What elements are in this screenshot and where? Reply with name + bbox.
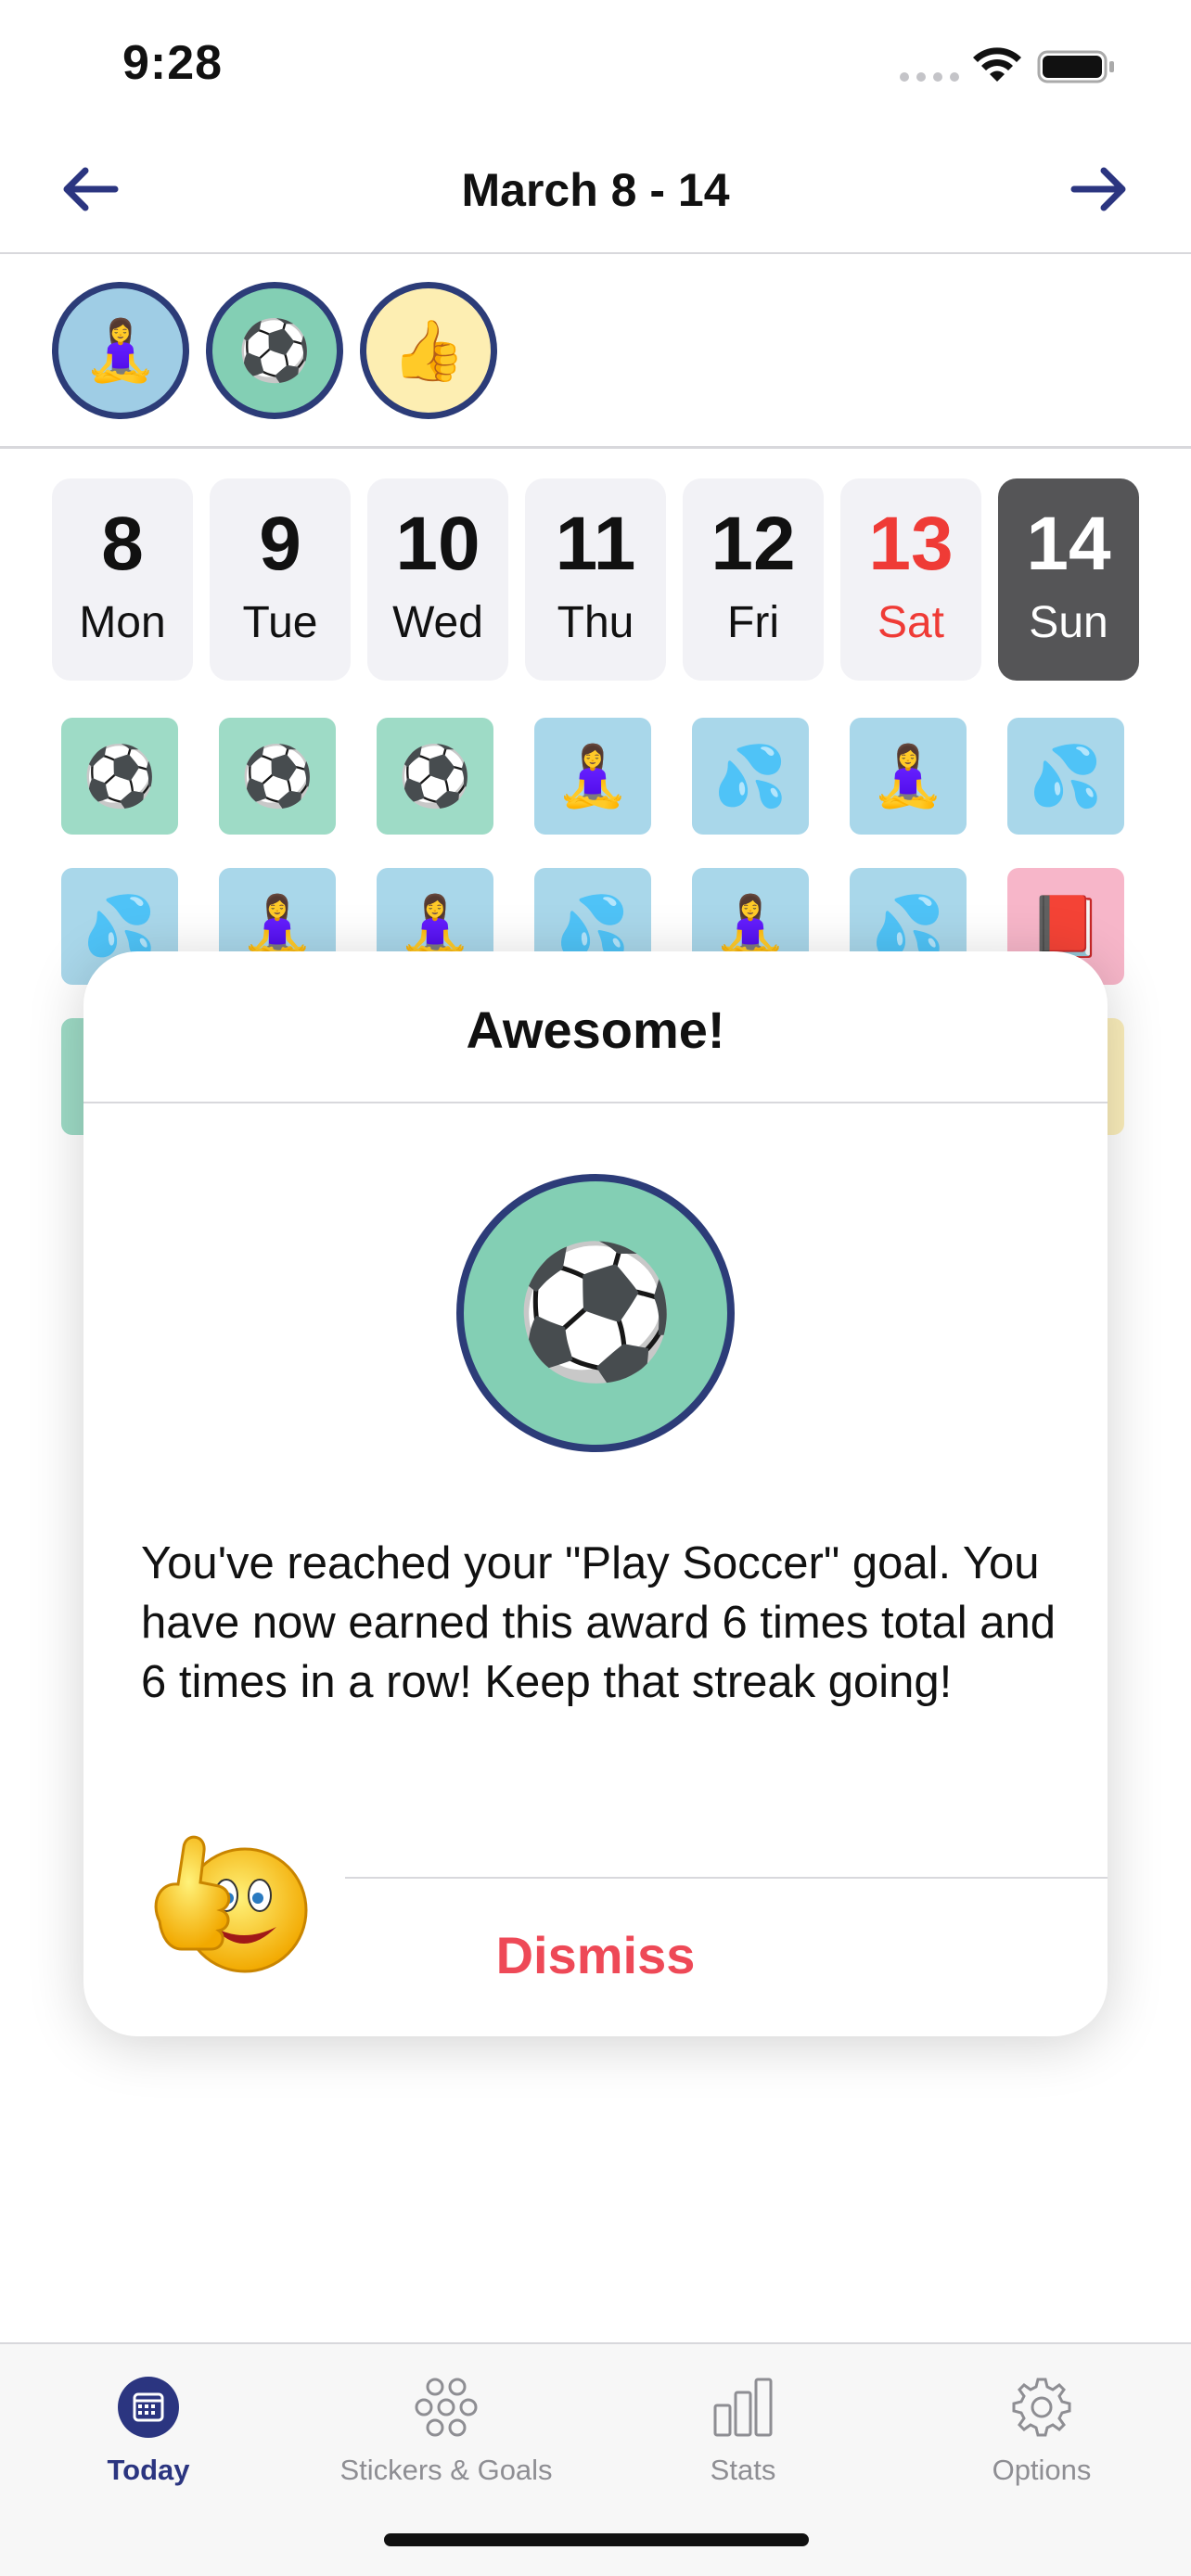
sticker-cell[interactable]: 🧘‍♀️ xyxy=(534,718,651,835)
tab-label: Stickers & Goals xyxy=(339,2454,553,2486)
sticker-cell[interactable]: ⚽ xyxy=(377,718,493,835)
day-card-sun[interactable]: 14 Sun xyxy=(998,478,1139,681)
day-name: Fri xyxy=(727,598,779,647)
wifi-icon xyxy=(973,47,1021,82)
modal-title: Awesome! xyxy=(466,1001,725,1059)
tab-options[interactable]: Options xyxy=(912,2370,1172,2500)
bar-chart-icon xyxy=(713,2378,773,2437)
divider xyxy=(83,1102,1108,1103)
sticker-cell[interactable]: 🧘‍♀️ xyxy=(850,718,967,835)
week-header: March 8 - 14 xyxy=(0,130,1191,254)
water-drops-icon: 💦 xyxy=(713,742,788,810)
sticker-cell[interactable]: 💦 xyxy=(692,718,809,835)
home-indicator xyxy=(384,2533,809,2546)
status-bar: 9:28 xyxy=(0,0,1191,130)
sticker-cell[interactable]: 💦 xyxy=(1007,718,1124,835)
day-name: Sun xyxy=(1029,598,1108,647)
award-badge-large: ⚽ xyxy=(456,1174,735,1452)
arrow-right-icon[interactable] xyxy=(1067,161,1132,217)
day-name: Tue xyxy=(242,598,318,647)
soccer-ball-icon: ⚽ xyxy=(514,1239,677,1384)
day-number: 10 xyxy=(395,502,480,586)
day-number: 11 xyxy=(555,502,636,586)
day-name: Thu xyxy=(557,598,634,647)
day-number: 14 xyxy=(1026,502,1111,586)
dismiss-button[interactable]: Dismiss xyxy=(83,1925,1108,1985)
tab-label: Stats xyxy=(710,2454,776,2486)
earned-awards-strip: 🧘‍♀️ ⚽ 👍 xyxy=(0,256,1191,449)
soccer-ball-icon: ⚽ xyxy=(240,742,314,810)
soccer-ball-icon: ⚽ xyxy=(237,316,312,384)
day-card-sat[interactable]: 13 Sat xyxy=(840,478,981,681)
award-message: You've reached your "Play Soccer" goal. … xyxy=(141,1538,1057,1707)
week-title: March 8 - 14 xyxy=(461,164,730,216)
award-modal: Awesome! ⚽ You've reached your "Play Soc… xyxy=(83,951,1108,2036)
day-name: Wed xyxy=(392,598,483,647)
sticker-cell[interactable]: ⚽ xyxy=(61,718,178,835)
tab-today[interactable]: Today xyxy=(19,2370,278,2500)
battery-icon xyxy=(1037,50,1114,83)
cellular-signal-icon xyxy=(900,72,959,82)
day-number: 8 xyxy=(101,502,144,586)
tab-stats[interactable]: Stats xyxy=(613,2370,873,2500)
day-number: 13 xyxy=(868,502,954,586)
award-badge-thumbs-up[interactable]: 👍 xyxy=(360,282,497,419)
day-name: Sat xyxy=(877,598,945,647)
award-badge-soccer[interactable]: ⚽ xyxy=(206,282,343,419)
yoga-icon: 🧘‍♀️ xyxy=(556,742,630,810)
divider xyxy=(345,1877,1108,1879)
sticker-cell[interactable]: ⚽ xyxy=(219,718,336,835)
day-card-tue[interactable]: 9 Tue xyxy=(210,478,351,681)
soccer-ball-icon: ⚽ xyxy=(83,742,157,810)
award-badge-yoga[interactable]: 🧘‍♀️ xyxy=(52,282,189,419)
calendar-icon xyxy=(118,2377,179,2438)
day-card-wed[interactable]: 10 Wed xyxy=(367,478,508,681)
day-card-fri[interactable]: 12 Fri xyxy=(683,478,824,681)
day-name: Mon xyxy=(79,598,166,647)
day-number: 9 xyxy=(259,502,301,586)
thumbs-up-icon: 👍 xyxy=(391,316,466,384)
water-drops-icon: 💦 xyxy=(1029,742,1103,810)
tab-label: Options xyxy=(992,2454,1092,2486)
status-time: 9:28 xyxy=(122,36,224,90)
soccer-ball-icon: ⚽ xyxy=(398,742,472,810)
yoga-icon: 🧘‍♀️ xyxy=(871,742,945,810)
day-number: 12 xyxy=(711,502,796,586)
tab-stickers-goals[interactable]: Stickers & Goals xyxy=(316,2370,576,2500)
day-card-mon[interactable]: 8 Mon xyxy=(52,478,193,681)
tab-label: Today xyxy=(107,2454,190,2486)
gear-icon xyxy=(1012,2378,1071,2437)
day-card-thu[interactable]: 11 Thu xyxy=(525,478,666,681)
stickers-icon xyxy=(415,2378,478,2437)
yoga-icon: 🧘‍♀️ xyxy=(83,316,158,384)
